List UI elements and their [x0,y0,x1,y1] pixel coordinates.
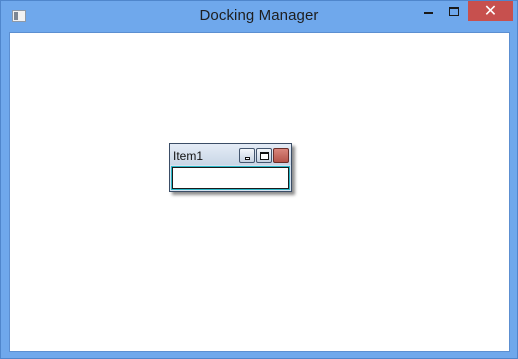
minimize-button[interactable] [415,1,441,22]
close-icon: ✕ [483,3,498,20]
maximize-icon [259,151,269,160]
main-window: Docking Manager ✕ Item1 [0,0,518,359]
pane-minimize-button[interactable] [239,148,255,163]
title-bar[interactable]: Docking Manager ✕ [1,1,517,32]
maximize-icon [449,7,459,16]
floating-pane-content[interactable] [172,167,289,189]
pane-maximize-button[interactable] [256,148,272,163]
floating-pane-item1[interactable]: Item1 [169,143,292,192]
maximize-button[interactable] [441,1,467,22]
close-button[interactable]: ✕ [468,1,513,21]
floating-pane-title: Item1 [173,149,204,163]
minimize-icon [423,11,433,14]
floating-pane-titlebar[interactable]: Item1 [170,144,291,165]
minimize-icon [244,156,250,160]
pane-close-button[interactable] [273,148,289,163]
docking-area[interactable] [9,32,510,352]
